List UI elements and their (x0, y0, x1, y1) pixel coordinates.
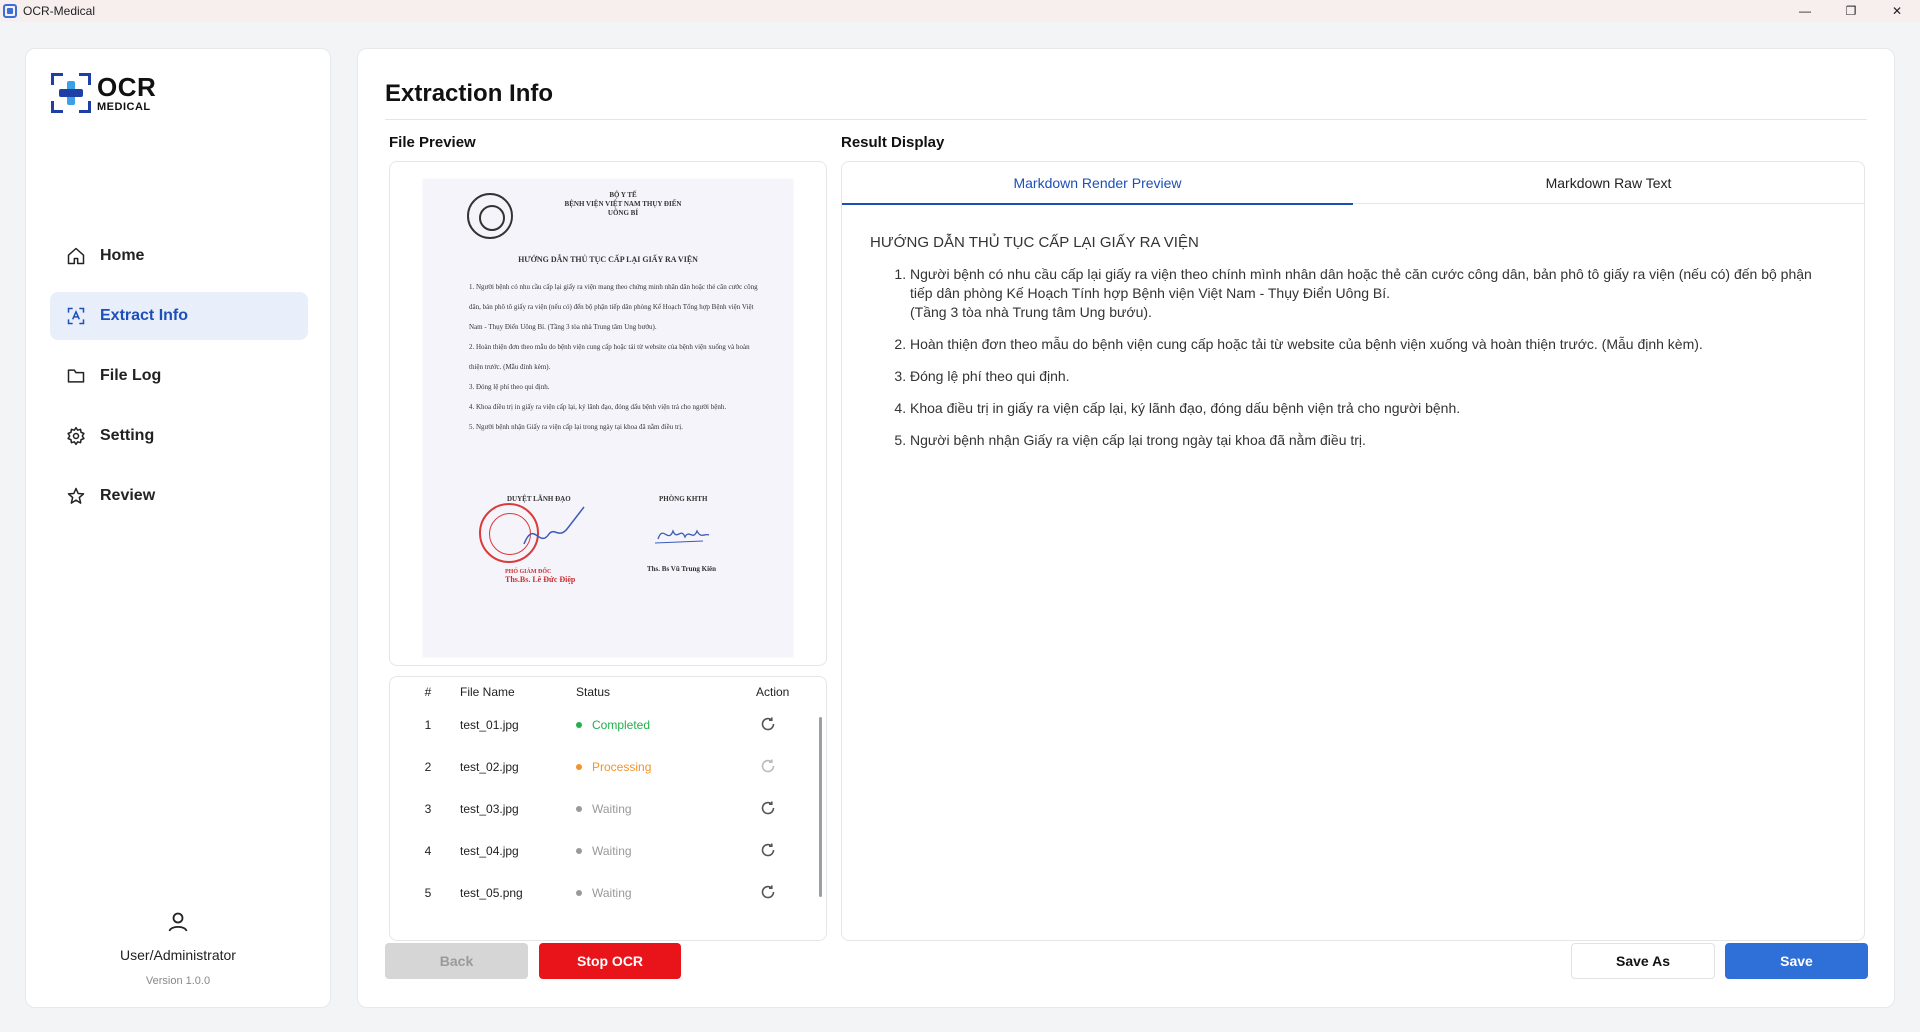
markdown-preview: HƯỚNG DẪN THỦ TỤC CẤP LẠI GIẤY RA VIỆN N… (870, 234, 1830, 463)
document-title: HƯỚNG DẪN THỦ TỤC CẤP LẠI GIẤY RA VIỆN (518, 255, 698, 264)
user-icon (168, 912, 188, 932)
sidebar-item-file-log[interactable]: File Log (50, 352, 308, 400)
row-number: 2 (424, 760, 432, 774)
sidebar-item-label: File Log (100, 367, 162, 384)
file-preview[interactable]: BỘ Y TẾ BỆNH VIỆN VIỆT NAM THỤY ĐIỂN UÔN… (389, 161, 827, 666)
table-scrollbar[interactable] (819, 717, 822, 897)
star-icon (67, 487, 85, 504)
sidebar: OCR MEDICAL Home Extract Info File Log S… (25, 48, 331, 1008)
refresh-icon[interactable] (760, 842, 776, 861)
title-divider (385, 119, 1867, 120)
file-name: test_04.jpg (460, 844, 519, 858)
refresh-icon[interactable] (760, 758, 776, 777)
table-header: # File Name Status Action (390, 677, 826, 705)
table-row[interactable]: 5 test_05.png Waiting (390, 873, 826, 915)
table-row[interactable]: 1 test_01.jpg Completed (390, 705, 826, 747)
scan-icon (67, 307, 85, 325)
logo: OCR MEDICAL (51, 73, 156, 113)
app-version: Version 1.0.0 (145, 975, 211, 987)
save-as-button[interactable]: Save As (1571, 943, 1715, 979)
signature-left-icon (523, 506, 585, 545)
column-header-action: Action (756, 685, 790, 699)
table-row[interactable]: 2 test_02.jpg Processing (390, 747, 826, 789)
document-header: BỘ Y TẾ BỆNH VIỆN VIỆT NAM THỤY ĐIỂN UÔN… (564, 191, 682, 217)
window-title: OCR-Medical (23, 4, 96, 18)
sidebar-item-label: Setting (100, 427, 155, 444)
logo-text-sub: MEDICAL (97, 100, 151, 113)
refresh-icon[interactable] (760, 716, 776, 735)
status-badge: Waiting (576, 844, 632, 858)
file-preview-title: File Preview (389, 134, 476, 151)
column-header-num: # (424, 685, 432, 699)
file-name: test_03.jpg (460, 802, 519, 816)
document-sign-right: PHÒNG KHTH (659, 495, 708, 503)
user-profile[interactable]: User/Administrator Version 1.0.0 (26, 910, 330, 987)
signature-right-icon (654, 529, 710, 544)
stop-ocr-button[interactable]: Stop OCR (539, 943, 681, 979)
sidebar-item-label: Review (100, 487, 156, 504)
document-signer-right: Ths. Bs Vũ Trung Kiên (647, 565, 717, 573)
document-body: 1. Người bệnh có nhu cầu cấp lại giấy ra… (469, 283, 758, 431)
file-list-table: # File Name Status Action 1 test_01.jpg … (389, 676, 827, 941)
sidebar-item-extract-info[interactable]: Extract Info (50, 292, 308, 340)
document-image: BỘ Y TẾ BỆNH VIỆN VIỆT NAM THỤY ĐIỂN UÔN… (423, 179, 793, 657)
folder-icon (67, 369, 85, 383)
sidebar-item-label: Home (100, 247, 145, 264)
status-badge: Completed (576, 718, 650, 732)
sidebar-item-label: Extract Info (100, 307, 189, 324)
sidebar-nav: Home Extract Info File Log Setting Revie… (50, 232, 308, 532)
home-icon (67, 247, 85, 265)
main-panel: Extraction Info File Preview Result Disp… (357, 48, 1895, 1008)
column-header-file-name: File Name (460, 685, 515, 699)
file-name: test_02.jpg (460, 760, 519, 774)
markdown-list: Người bệnh có nhu cầu cấp lại giấy ra vi… (910, 265, 1830, 450)
close-button[interactable]: ✕ (1874, 0, 1920, 22)
list-item: Người bệnh có nhu cầu cấp lại giấy ra vi… (910, 265, 1830, 322)
page-title: Extraction Info (385, 80, 554, 107)
minimize-button[interactable]: — (1782, 0, 1828, 22)
tab-markdown-render-preview[interactable]: Markdown Render Preview (842, 162, 1353, 205)
result-display-title: Result Display (841, 134, 945, 151)
maximize-button[interactable]: ❐ (1828, 0, 1874, 22)
sidebar-item-home[interactable]: Home (50, 232, 308, 280)
status-badge: Waiting (576, 886, 632, 900)
row-number: 5 (424, 886, 432, 900)
status-badge: Processing (576, 760, 651, 774)
table-row[interactable]: 4 test_04.jpg Waiting (390, 831, 826, 873)
file-name: test_01.jpg (460, 718, 519, 732)
document-signer-left: PHÓ GIÁM ĐỐC Ths.Bs. Lê Đức Điệp (505, 569, 576, 584)
hospital-logo-icon (467, 193, 513, 239)
refresh-icon[interactable] (760, 884, 776, 903)
title-bar: OCR-Medical — ❐ ✕ (0, 0, 1920, 22)
status-badge: Waiting (576, 802, 632, 816)
sidebar-item-review[interactable]: Review (50, 472, 308, 520)
row-number: 4 (424, 844, 432, 858)
logo-icon (51, 73, 91, 113)
user-name: User/Administrator (120, 947, 236, 963)
list-item: Hoàn thiện đơn theo mẫu do bệnh viện cun… (910, 335, 1830, 354)
refresh-icon[interactable] (760, 800, 776, 819)
sidebar-item-setting[interactable]: Setting (50, 412, 308, 460)
list-item: Đóng lệ phí theo qui định. (910, 367, 1830, 386)
logo-text-main: OCR (97, 71, 157, 102)
column-header-status: Status (576, 685, 611, 699)
back-button[interactable]: Back (385, 943, 528, 979)
row-number: 3 (424, 802, 432, 816)
table-row[interactable]: 3 test_03.jpg Waiting (390, 789, 826, 831)
markdown-heading: HƯỚNG DẪN THỦ TỤC CẤP LẠI GIẤY RA VIỆN (870, 234, 1199, 251)
gear-icon (67, 426, 85, 446)
result-tabs: Markdown Render Preview Markdown Raw Tex… (842, 162, 1864, 205)
app-icon (3, 4, 17, 18)
result-display: Markdown Render Preview Markdown Raw Tex… (841, 161, 1865, 941)
save-button[interactable]: Save (1725, 943, 1868, 979)
row-number: 1 (424, 718, 432, 732)
list-item: Khoa điều trị in giấy ra viện cấp lại, k… (910, 399, 1830, 418)
list-item: Người bệnh nhận Giấy ra viện cấp lại tro… (910, 431, 1830, 450)
file-name: test_05.png (460, 886, 523, 900)
tab-markdown-raw-text[interactable]: Markdown Raw Text (1353, 162, 1864, 204)
